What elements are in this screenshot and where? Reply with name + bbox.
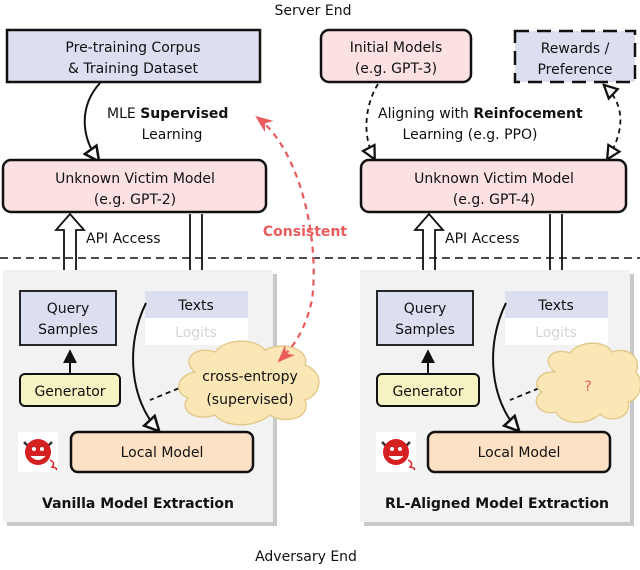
query-line2-right: Samples xyxy=(395,322,455,338)
texts-label-left: Texts xyxy=(177,298,214,314)
rl-arrow-left xyxy=(366,83,379,158)
logits-label-right: Logits xyxy=(535,325,577,341)
generator-box-right: Generator xyxy=(376,373,480,407)
query-samples-box-right: Query Samples xyxy=(376,290,474,346)
supervised-arrow xyxy=(85,82,101,160)
generator-label-right: Generator xyxy=(392,384,463,400)
victim-line1-left: Unknown Victim Model xyxy=(55,171,215,187)
victim-line2-left: (e.g. GPT-2) xyxy=(94,192,176,208)
query-samples-box-left: Query Samples xyxy=(19,290,117,346)
victim-model-box-left: Unknown Victim Model (e.g. GPT-2) xyxy=(1,158,268,214)
local-model-box-left: Local Model xyxy=(69,430,255,474)
query-line1-right: Query xyxy=(404,301,447,317)
devil-icon xyxy=(25,439,51,465)
logits-label-left: Logits xyxy=(175,325,217,341)
mle-supervised-text: MLE Supervised xyxy=(107,106,228,122)
cross-entropy-cloud: cross-entropy (supervised) xyxy=(178,340,320,426)
rewards-box: Rewards / Preference xyxy=(513,29,637,84)
initial-line1: Initial Models xyxy=(350,40,443,56)
diagram-canvas: Server End Pre-training Corpus & Trainin… xyxy=(0,3,640,565)
attacker-icon-right xyxy=(376,432,416,472)
adversary-end-label: Adversary End xyxy=(255,549,357,565)
texts-label-right: Texts xyxy=(537,298,574,314)
corpus-box: Pre-training Corpus & Training Dataset xyxy=(5,28,262,84)
query-line1-left: Query xyxy=(47,301,90,317)
local-model-box-right: Local Model xyxy=(426,430,612,474)
consistent-label: Consistent xyxy=(263,224,347,240)
generator-box-left: Generator xyxy=(19,373,121,407)
initial-line2: (e.g. GPT-3) xyxy=(355,61,437,77)
api-access-right: API Access xyxy=(445,231,520,247)
rl-panel-title: RL-Aligned Model Extraction xyxy=(385,496,609,512)
learning-text: Learning xyxy=(142,127,203,143)
rewards-line2: Preference xyxy=(537,62,612,78)
victim-model-box-right: Unknown Victim Model (e.g. GPT-4) xyxy=(359,158,628,214)
server-end-label: Server End xyxy=(275,3,352,19)
api-access-left: API Access xyxy=(86,231,161,247)
query-line2-left: Samples xyxy=(38,322,98,338)
unknown-loss-cloud: ? xyxy=(535,342,640,424)
victim-line2-right: (e.g. GPT-4) xyxy=(453,192,535,208)
corpus-line2: & Training Dataset xyxy=(68,61,198,77)
generator-label-left: Generator xyxy=(34,384,105,400)
local-model-label-right: Local Model xyxy=(478,445,561,461)
attacker-icon-left xyxy=(18,432,58,472)
rl-arrow-right xyxy=(605,86,620,158)
cloud-line2: (supervised) xyxy=(206,392,293,408)
corpus-line1: Pre-training Corpus xyxy=(65,40,200,56)
devil-icon xyxy=(383,439,409,465)
rewards-line1: Rewards / xyxy=(541,41,610,57)
cloud-line1: cross-entropy xyxy=(202,369,298,385)
local-model-label-left: Local Model xyxy=(121,445,204,461)
victim-line1-right: Unknown Victim Model xyxy=(414,171,574,187)
rl-learning-text: Learning (e.g. PPO) xyxy=(403,127,538,143)
question-mark-text: ? xyxy=(584,379,591,395)
initial-models-box: Initial Models (e.g. GPT-3) xyxy=(319,28,473,84)
vanilla-panel-title: Vanilla Model Extraction xyxy=(42,496,234,512)
aligning-rl-text: Aligning with Reinfocement xyxy=(378,106,583,122)
